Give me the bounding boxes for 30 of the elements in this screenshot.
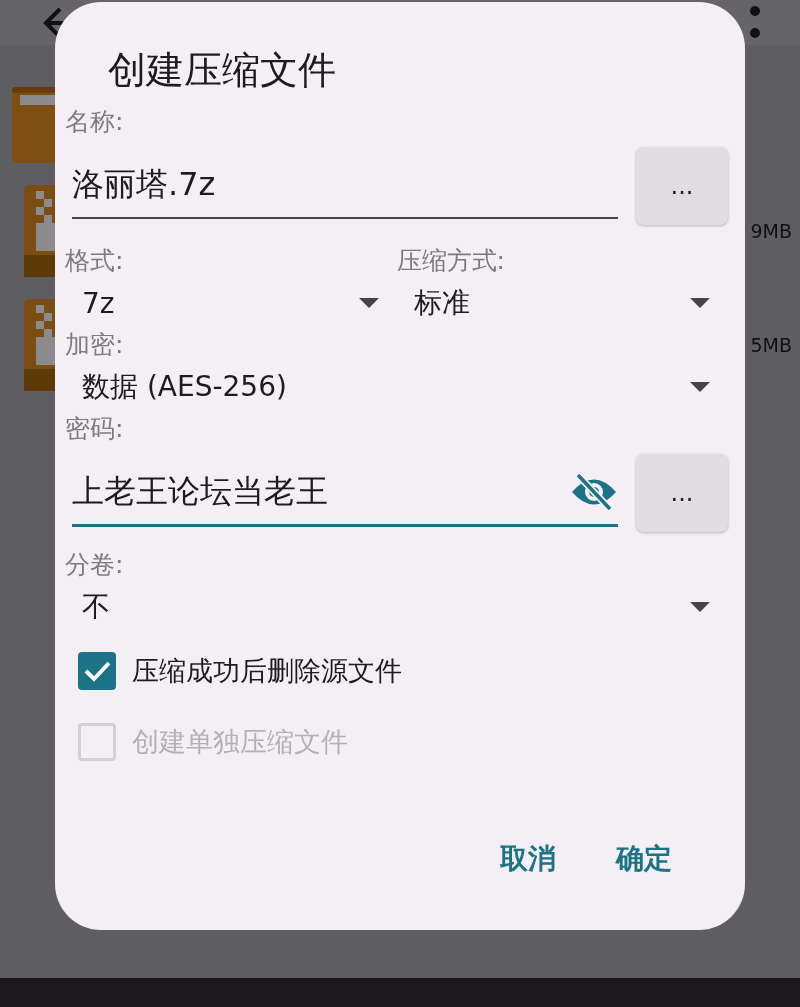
checkbox[interactable]	[78, 652, 116, 690]
password-field[interactable]: 上老王论坛当老王	[72, 459, 618, 527]
dialog-button[interactable]: 取消	[490, 836, 566, 882]
field-label: 名称:	[65, 106, 125, 138]
more-options-icon[interactable]	[750, 5, 760, 40]
browse-button[interactable]: ...	[636, 454, 728, 532]
archive-icon	[24, 299, 55, 391]
checkbox-label: 压缩成功后删除源文件	[132, 654, 402, 688]
field-label: 密码:	[65, 413, 125, 445]
field-label: 分卷:	[65, 549, 125, 581]
format-dropdown[interactable]: 7z	[65, 277, 397, 329]
field-label: 压缩方式:	[396, 245, 506, 277]
method-dropdown[interactable]: 标准	[396, 277, 728, 329]
file-size: 9MB	[750, 220, 792, 242]
archive-icon	[24, 185, 55, 277]
dialog-title: 创建压缩文件	[108, 47, 337, 94]
dialog-button[interactable]: 确定	[606, 836, 682, 882]
name-field[interactable]: 洛丽塔.7z	[72, 153, 618, 219]
caret-icon	[690, 382, 710, 392]
file-size: 5MB	[750, 334, 792, 356]
split-dropdown[interactable]: 不	[65, 581, 728, 633]
field-label: 格式:	[65, 245, 125, 277]
field-label: 加密:	[65, 329, 125, 361]
caret-icon	[690, 298, 710, 308]
caret-icon	[690, 602, 710, 612]
caret-icon	[358, 298, 379, 308]
encryption-dropdown[interactable]: 数据 (AES-256)	[65, 361, 728, 413]
browse-button[interactable]: ...	[636, 147, 728, 225]
eye-off-icon[interactable]	[570, 472, 618, 511]
checkbox-label: 创建单独压缩文件	[132, 725, 348, 759]
